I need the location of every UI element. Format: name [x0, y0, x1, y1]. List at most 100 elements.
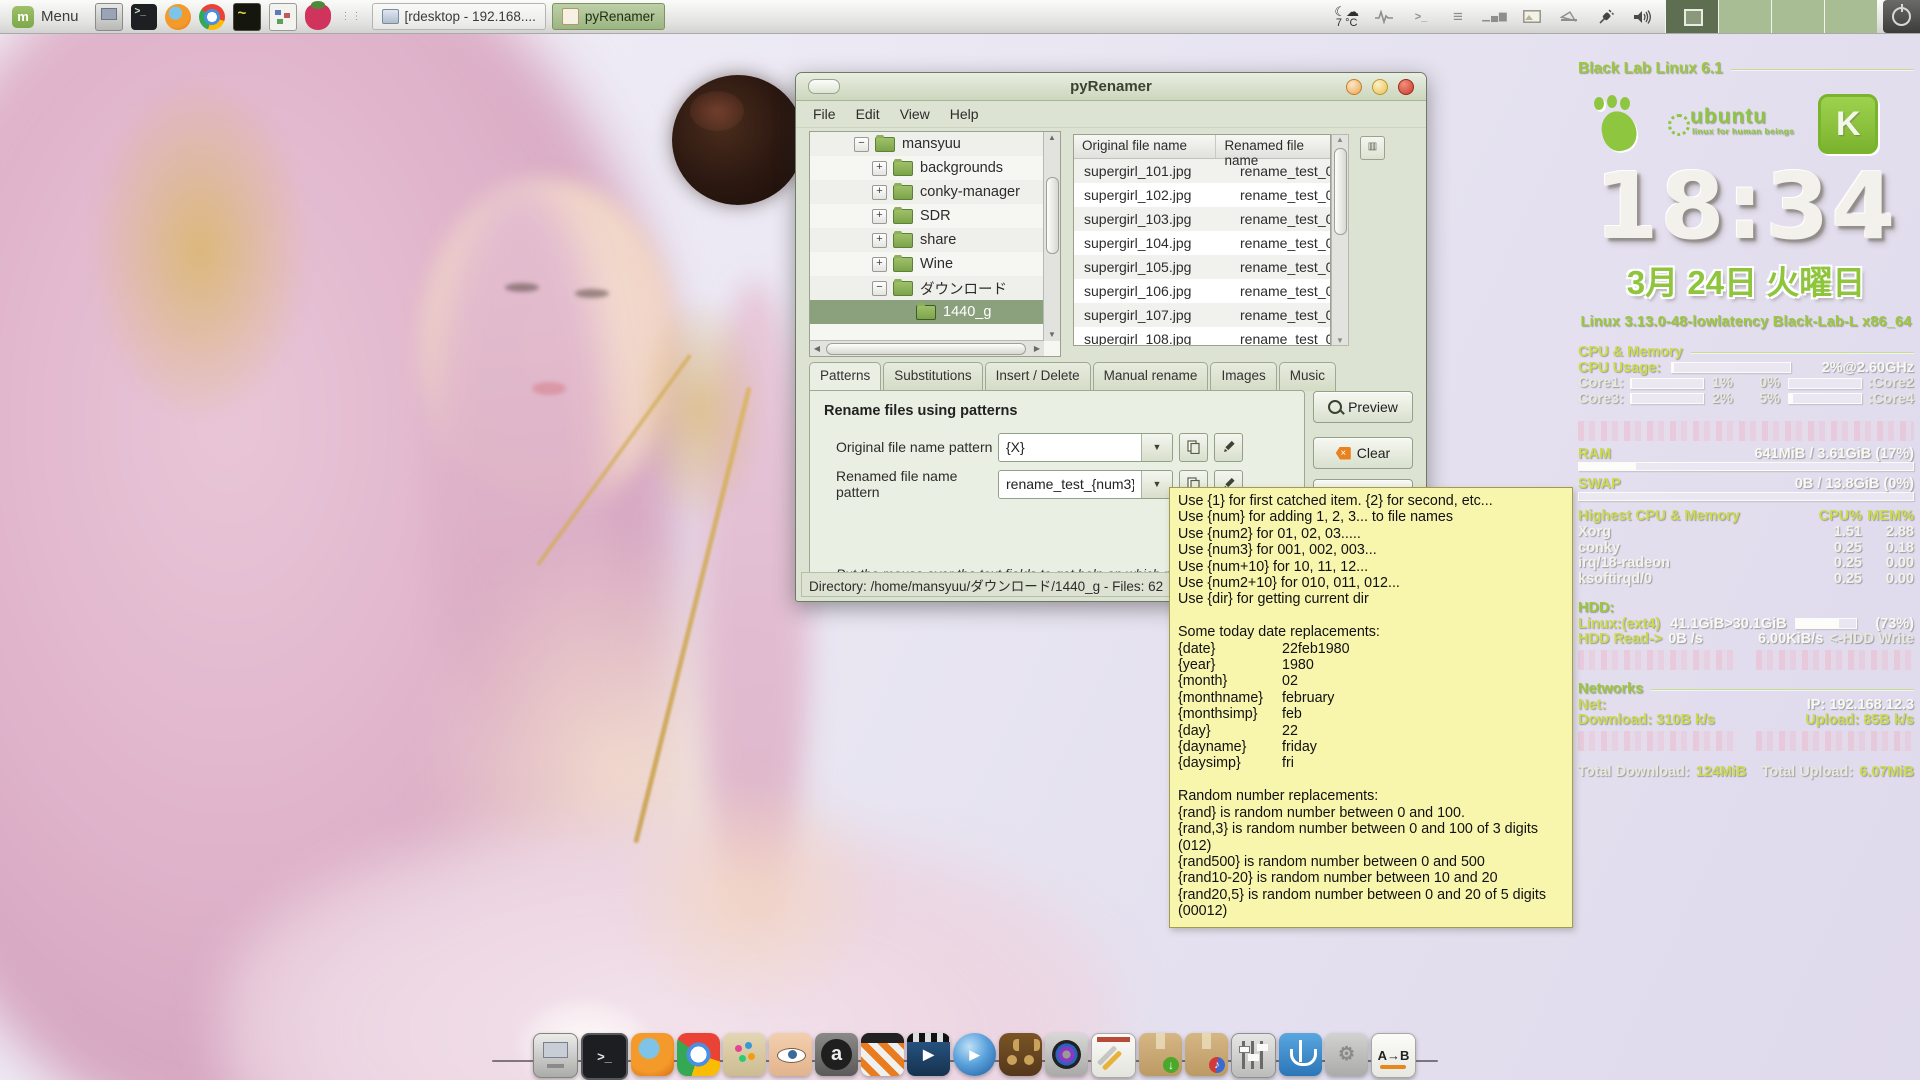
launcher-raspberry-icon[interactable]: [305, 4, 331, 30]
terminal-tray-icon[interactable]: >_: [1409, 5, 1433, 29]
tab[interactable]: Manual rename: [1093, 362, 1209, 391]
tree-expander-icon[interactable]: +: [872, 161, 887, 176]
maximize-button[interactable]: [1372, 79, 1388, 95]
file-row[interactable]: supergirl_104.jpg rename_test_003: [1074, 231, 1330, 255]
dock-media-sphere[interactable]: ▶: [953, 1033, 996, 1076]
file-row[interactable]: supergirl_108.jpg rename_test_007: [1074, 327, 1330, 346]
dock-text-editor[interactable]: [1091, 1033, 1136, 1078]
dock-package-down[interactable]: [1139, 1033, 1182, 1076]
column-original[interactable]: Original file name: [1074, 135, 1216, 158]
scroll-up-icon[interactable]: ▲: [1044, 132, 1060, 144]
file-row[interactable]: supergirl_102.jpg rename_test_001: [1074, 183, 1330, 207]
launcher-firefox-icon[interactable]: [165, 4, 191, 30]
launcher-gnuradio-icon[interactable]: [269, 3, 297, 31]
workspace-4[interactable]: [1824, 0, 1877, 33]
workspace-3[interactable]: [1771, 0, 1824, 33]
dock-firefox[interactable]: [631, 1033, 674, 1076]
tree-item[interactable]: + backgrounds: [810, 156, 1044, 180]
close-button[interactable]: [1398, 79, 1414, 95]
window-titlebar[interactable]: pyRenamer: [796, 73, 1426, 101]
tree-item[interactable]: + share: [810, 228, 1044, 252]
scroll-down-icon[interactable]: ▼: [1044, 329, 1060, 341]
dock-paint-app[interactable]: [723, 1033, 766, 1076]
bottom-dock: >_ ▶ ▶ ⚙: [0, 1030, 1920, 1080]
file-row[interactable]: supergirl_101.jpg rename_test_000: [1074, 159, 1330, 183]
tab[interactable]: Images: [1210, 362, 1276, 391]
menu-lines-icon[interactable]: ≡: [1446, 5, 1470, 29]
dock-anchor-app[interactable]: [1279, 1033, 1322, 1076]
dock-rename-tool[interactable]: A→B: [1371, 1033, 1416, 1078]
dock-chrome[interactable]: [677, 1033, 720, 1076]
column-options-button[interactable]: ▥: [1360, 136, 1385, 160]
edit-pattern-button[interactable]: [1214, 433, 1243, 462]
menu-button[interactable]: m Menu: [0, 0, 91, 33]
dock-terminal[interactable]: >_: [581, 1033, 628, 1080]
tab[interactable]: Insert / Delete: [985, 362, 1091, 391]
volume-icon[interactable]: [1631, 5, 1655, 29]
dock-music-a-app[interactable]: [815, 1033, 858, 1076]
clear-button[interactable]: × Clear: [1313, 437, 1413, 469]
renamed-pattern-input[interactable]: [999, 471, 1141, 498]
scroll-right-icon[interactable]: ▶: [1030, 341, 1044, 356]
launcher-chrome-icon[interactable]: [199, 4, 225, 30]
launcher-computer-icon[interactable]: [95, 3, 123, 31]
combo-dropdown-icon[interactable]: ▼: [1141, 471, 1172, 498]
tab[interactable]: Music: [1279, 362, 1336, 391]
file-row[interactable]: supergirl_105.jpg rename_test_004: [1074, 255, 1330, 279]
tree-item[interactable]: 1440_g: [810, 300, 1044, 324]
usage-bars-icon[interactable]: ▁▄▆: [1483, 5, 1507, 29]
ubuntu-logo: ubuntu linux for human beings: [1668, 110, 1794, 138]
file-list-scrollbar[interactable]: ▲ ▼: [1331, 134, 1349, 346]
copy-pattern-button[interactable]: [1179, 433, 1208, 462]
dock-image-viewer[interactable]: [769, 1033, 812, 1076]
tree-item[interactable]: − ダウンロード: [810, 276, 1044, 300]
tree-horizontal-scrollbar[interactable]: ◀ ▶: [810, 340, 1044, 356]
tooltip-line: Use {dir} for getting current dir: [1178, 591, 1564, 607]
tree-item[interactable]: + Wine: [810, 252, 1044, 276]
file-row[interactable]: supergirl_103.jpg rename_test_002: [1074, 207, 1330, 231]
power-button[interactable]: [1883, 0, 1920, 33]
tab[interactable]: Substitutions: [883, 362, 982, 391]
tree-item[interactable]: − mansyuu: [810, 132, 1044, 156]
dock-photo-app[interactable]: [1045, 1033, 1088, 1076]
dock-package-audio[interactable]: [1185, 1033, 1228, 1076]
scroll-left-icon[interactable]: ◀: [810, 341, 824, 356]
dock-video-player[interactable]: ▶: [907, 1033, 950, 1076]
menu-item[interactable]: View: [891, 104, 939, 124]
tree-expander-icon[interactable]: +: [872, 209, 887, 224]
tree-expander-icon[interactable]: −: [854, 137, 869, 152]
menu-item[interactable]: Help: [941, 104, 988, 124]
workspace-2[interactable]: [1718, 0, 1771, 33]
taskbar-window-button[interactable]: [rdesktop - 192.168....: [372, 3, 546, 30]
dock-audio-mixer[interactable]: [1231, 1033, 1276, 1078]
tree-expander-icon[interactable]: +: [872, 233, 887, 248]
combo-dropdown-icon[interactable]: ▼: [1141, 434, 1172, 461]
dock-owl-app[interactable]: [999, 1033, 1042, 1076]
file-row[interactable]: supergirl_107.jpg rename_test_006: [1074, 303, 1330, 327]
weather-applet[interactable]: ☾☁ 7 °C: [1334, 5, 1359, 29]
workspace-1[interactable]: [1665, 0, 1718, 33]
tree-expander-icon[interactable]: +: [872, 257, 887, 272]
launcher-terminal-icon[interactable]: [131, 4, 157, 30]
tree-item[interactable]: + conky-manager: [810, 180, 1044, 204]
preview-button[interactable]: Preview: [1313, 391, 1413, 423]
column-renamed[interactable]: Renamed file name: [1216, 135, 1330, 158]
dock-video-editor[interactable]: [861, 1033, 904, 1076]
screenshot-icon[interactable]: [1520, 5, 1544, 29]
tree-vertical-scrollbar[interactable]: ▲ ▼: [1043, 132, 1060, 341]
menu-item[interactable]: File: [804, 104, 845, 124]
original-pattern-input[interactable]: [999, 434, 1141, 461]
launcher-oscilloscope-icon[interactable]: [233, 3, 261, 31]
menu-item[interactable]: Edit: [847, 104, 889, 124]
file-row[interactable]: supergirl_106.jpg rename_test_005: [1074, 279, 1330, 303]
dock-monitor[interactable]: [533, 1033, 578, 1078]
minimize-button[interactable]: [1346, 79, 1362, 95]
tree-expander-icon[interactable]: −: [872, 281, 887, 296]
dock-system-gears[interactable]: ⚙: [1325, 1033, 1368, 1076]
tree-expander-icon[interactable]: +: [872, 185, 887, 200]
connector-plug-icon[interactable]: [1594, 5, 1618, 29]
tree-item[interactable]: + SDR: [810, 204, 1044, 228]
system-monitor-icon[interactable]: [1372, 5, 1396, 29]
taskbar-window-button[interactable]: pyRenamer: [552, 3, 665, 30]
eraser-tray-icon[interactable]: [1557, 5, 1581, 29]
